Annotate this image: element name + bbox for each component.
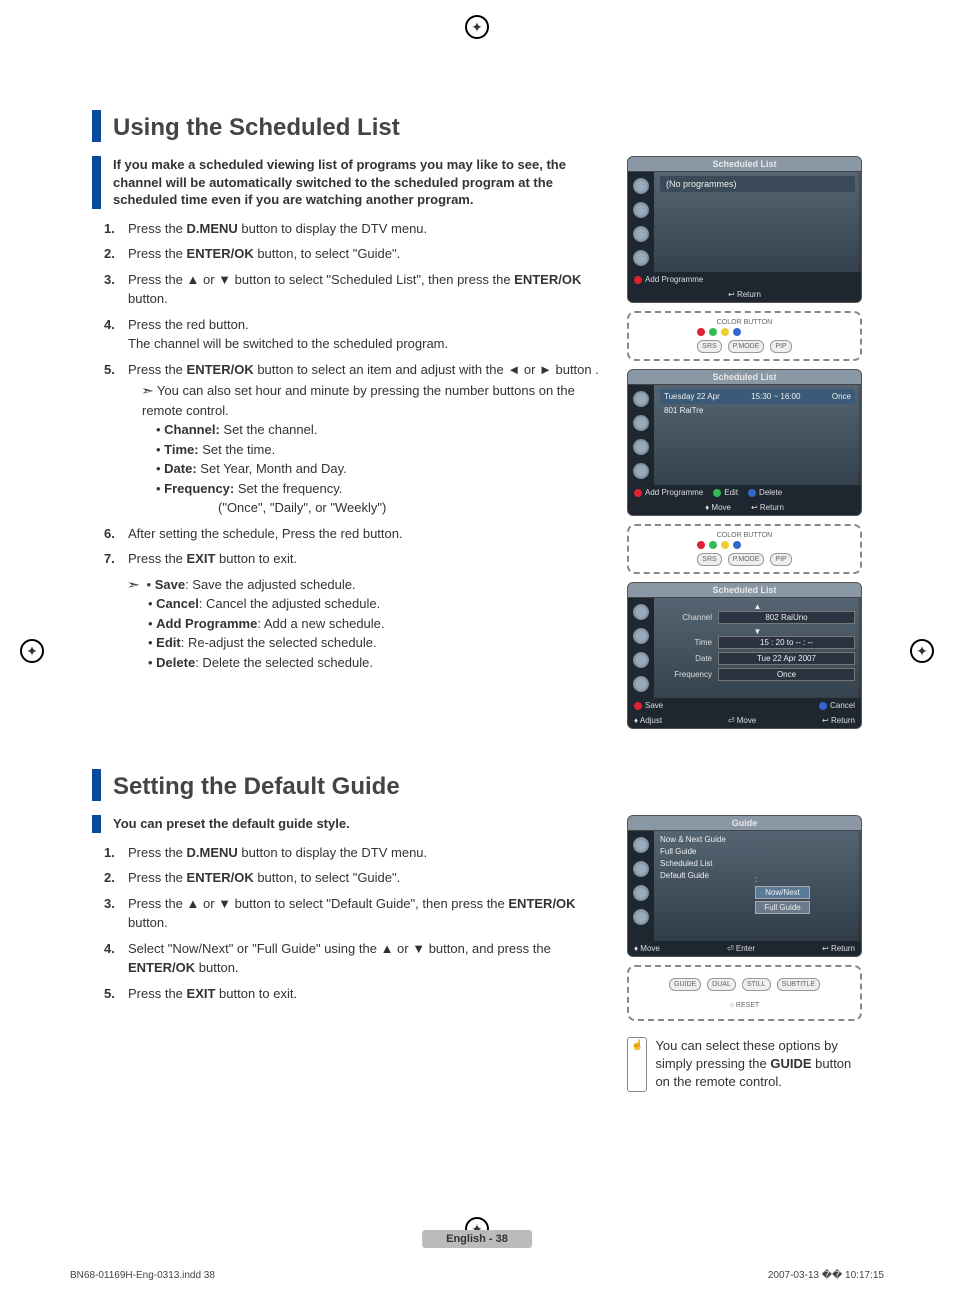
panel3-footer1: Save Cancel — [628, 698, 861, 713]
pmode-button[interactable]: P.MODE — [728, 340, 765, 353]
channel-field[interactable]: 802 RaiUno — [718, 611, 855, 624]
section2-figures: Guide Now & Next Guide Full Guide Schedu… — [627, 815, 862, 1092]
panel1-title: Scheduled List — [628, 157, 861, 172]
panel3-footer2: ♦ Adjust⏎ Move↩ Return — [628, 713, 861, 728]
page-content: Using the Scheduled List If you make a s… — [92, 110, 862, 1092]
pip-button[interactable]: PIP — [770, 340, 791, 353]
time-field[interactable]: 15 : 20 to -- : -- — [718, 636, 855, 649]
no-programmes-row: (No programmes) — [660, 176, 855, 192]
panel2-footer1: Add Programme Edit Delete — [628, 485, 861, 500]
hand-icon: ☝ — [627, 1037, 647, 1092]
remote-strip-2: COLOR BUTTON SRS P.MODE PIP — [627, 524, 862, 574]
section2-text: You can preset the default guide style. … — [92, 815, 613, 1092]
section1-steps: 1.Press the D.MENU button to display the… — [92, 219, 613, 569]
guide-panel: Guide Now & Next Guide Full Guide Schedu… — [627, 815, 862, 957]
srs-button[interactable]: SRS — [697, 340, 721, 353]
guide-item[interactable]: Default Guide — [660, 871, 755, 880]
register-mark-left — [20, 639, 44, 663]
scheduled-list-panel-item: Scheduled List Tuesday 22 Apr15:30 ~ 16:… — [627, 369, 862, 516]
section2-row: You can preset the default guide style. … — [92, 815, 862, 1092]
section2-steps: 1.Press the D.MENU button to display the… — [92, 843, 613, 1004]
step5: 5. Press the ENTER/OK button to select a… — [104, 360, 613, 518]
subtitle-button[interactable]: SUBTITLE — [777, 978, 820, 991]
panel2-title: Scheduled List — [628, 370, 861, 385]
section1-text: If you make a scheduled viewing list of … — [92, 156, 613, 729]
guide-button[interactable]: GUIDE — [669, 978, 701, 991]
remote-strip-1: COLOR BUTTON SRS P.MODE PIP — [627, 311, 862, 361]
guide-item[interactable]: Full Guide — [660, 847, 755, 856]
section2-tip: ☝ You can select these options by simply… — [627, 1037, 862, 1092]
section1-lead: If you make a scheduled viewing list of … — [92, 156, 613, 209]
red-dot-icon — [634, 276, 642, 284]
panel4-footer: ♦ Move⏎ Enter↩ Return — [628, 941, 861, 956]
dual-button[interactable]: DUAL — [707, 978, 736, 991]
guide-item[interactable]: Now & Next Guide — [660, 835, 755, 844]
section2-title: Setting the Default Guide — [113, 769, 400, 801]
date-field[interactable]: Tue 22 Apr 2007 — [718, 652, 855, 665]
scheduled-list-panel-edit: Scheduled List ▲ Channel802 RaiUno ▼ Tim… — [627, 582, 862, 729]
default-guide-full[interactable]: Full Guide — [755, 901, 810, 914]
panel1-body: (No programmes) — [654, 172, 861, 272]
nav-icon — [633, 178, 649, 194]
step4: 4.Press the red button.The channel will … — [104, 315, 613, 354]
step3: 3.Press the ▲ or ▼ button to select "Sch… — [104, 270, 613, 309]
scheduled-item-row: Tuesday 22 Apr15:30 ~ 16:00Once — [660, 389, 855, 404]
meta-filename: BN68-01169H-Eng-0313.indd 38 — [70, 1270, 215, 1281]
still-button[interactable]: STILL — [742, 978, 771, 991]
panel1-footer: Add Programme — [628, 272, 861, 287]
step6: 6.After setting the schedule, Press the … — [104, 524, 613, 544]
side-icons — [628, 172, 654, 272]
guide-item[interactable]: Scheduled List — [660, 859, 755, 868]
step5-b2: • Time: Set the time. — [156, 440, 613, 460]
panel3-title: Scheduled List — [628, 583, 861, 598]
meta-timestamp: 2007-03-13 �� 10:17:15 — [768, 1270, 884, 1281]
panel1-footer2: ↩ Return — [628, 287, 861, 302]
section1-figures: Scheduled List (No programmes) Add Progr… — [627, 156, 862, 729]
section1-row: If you make a scheduled viewing list of … — [92, 156, 862, 729]
step5-b1: • Channel: Set the channel. — [156, 420, 613, 440]
section1-tail: ➣ • Save: Save the adjusted schedule. • … — [92, 575, 613, 673]
reset-label: RESET — [736, 1002, 759, 1009]
panel4-title: Guide — [628, 816, 861, 831]
remote-strip-3: GUIDE DUAL STILL SUBTITLE ○ RESET — [627, 965, 862, 1021]
title-accent-bar — [92, 769, 101, 801]
page-number-badge: English - 38 — [422, 1230, 532, 1248]
step2: 2.Press the ENTER/OK button, to select "… — [104, 244, 613, 264]
section2-lead: You can preset the default guide style. — [92, 815, 613, 833]
nav-icon — [633, 250, 649, 266]
default-guide-now-next[interactable]: Now/Next — [755, 886, 810, 899]
step5-b3: • Date: Set Year, Month and Day. — [156, 459, 613, 479]
lead-accent-bar — [92, 156, 101, 209]
step5-b4-extra: ("Once", "Daily", or "Weekly") — [218, 498, 613, 518]
register-mark-right — [910, 639, 934, 663]
frequency-field[interactable]: Once — [718, 668, 855, 681]
nav-icon — [633, 226, 649, 242]
section2-title-wrap: Setting the Default Guide — [92, 769, 862, 801]
section1-lead-text: If you make a scheduled viewing list of … — [113, 156, 613, 209]
scheduled-list-panel-empty: Scheduled List (No programmes) Add Progr… — [627, 156, 862, 303]
step1: 1.Press the D.MENU button to display the… — [104, 219, 613, 239]
title-accent-bar — [92, 110, 101, 142]
register-mark-top — [465, 15, 489, 39]
step7: 7.Press the EXIT button to exit. — [104, 549, 613, 569]
step5-b4: • Frequency: Set the frequency. — [156, 479, 613, 499]
panel2-footer2: ♦ Move↩ Return — [628, 500, 861, 515]
nav-icon — [633, 202, 649, 218]
step5-subnote: ➣You can also set hour and minute by pre… — [142, 381, 613, 420]
section1-title-wrap: Using the Scheduled List — [92, 110, 862, 142]
section1-title: Using the Scheduled List — [113, 110, 400, 142]
